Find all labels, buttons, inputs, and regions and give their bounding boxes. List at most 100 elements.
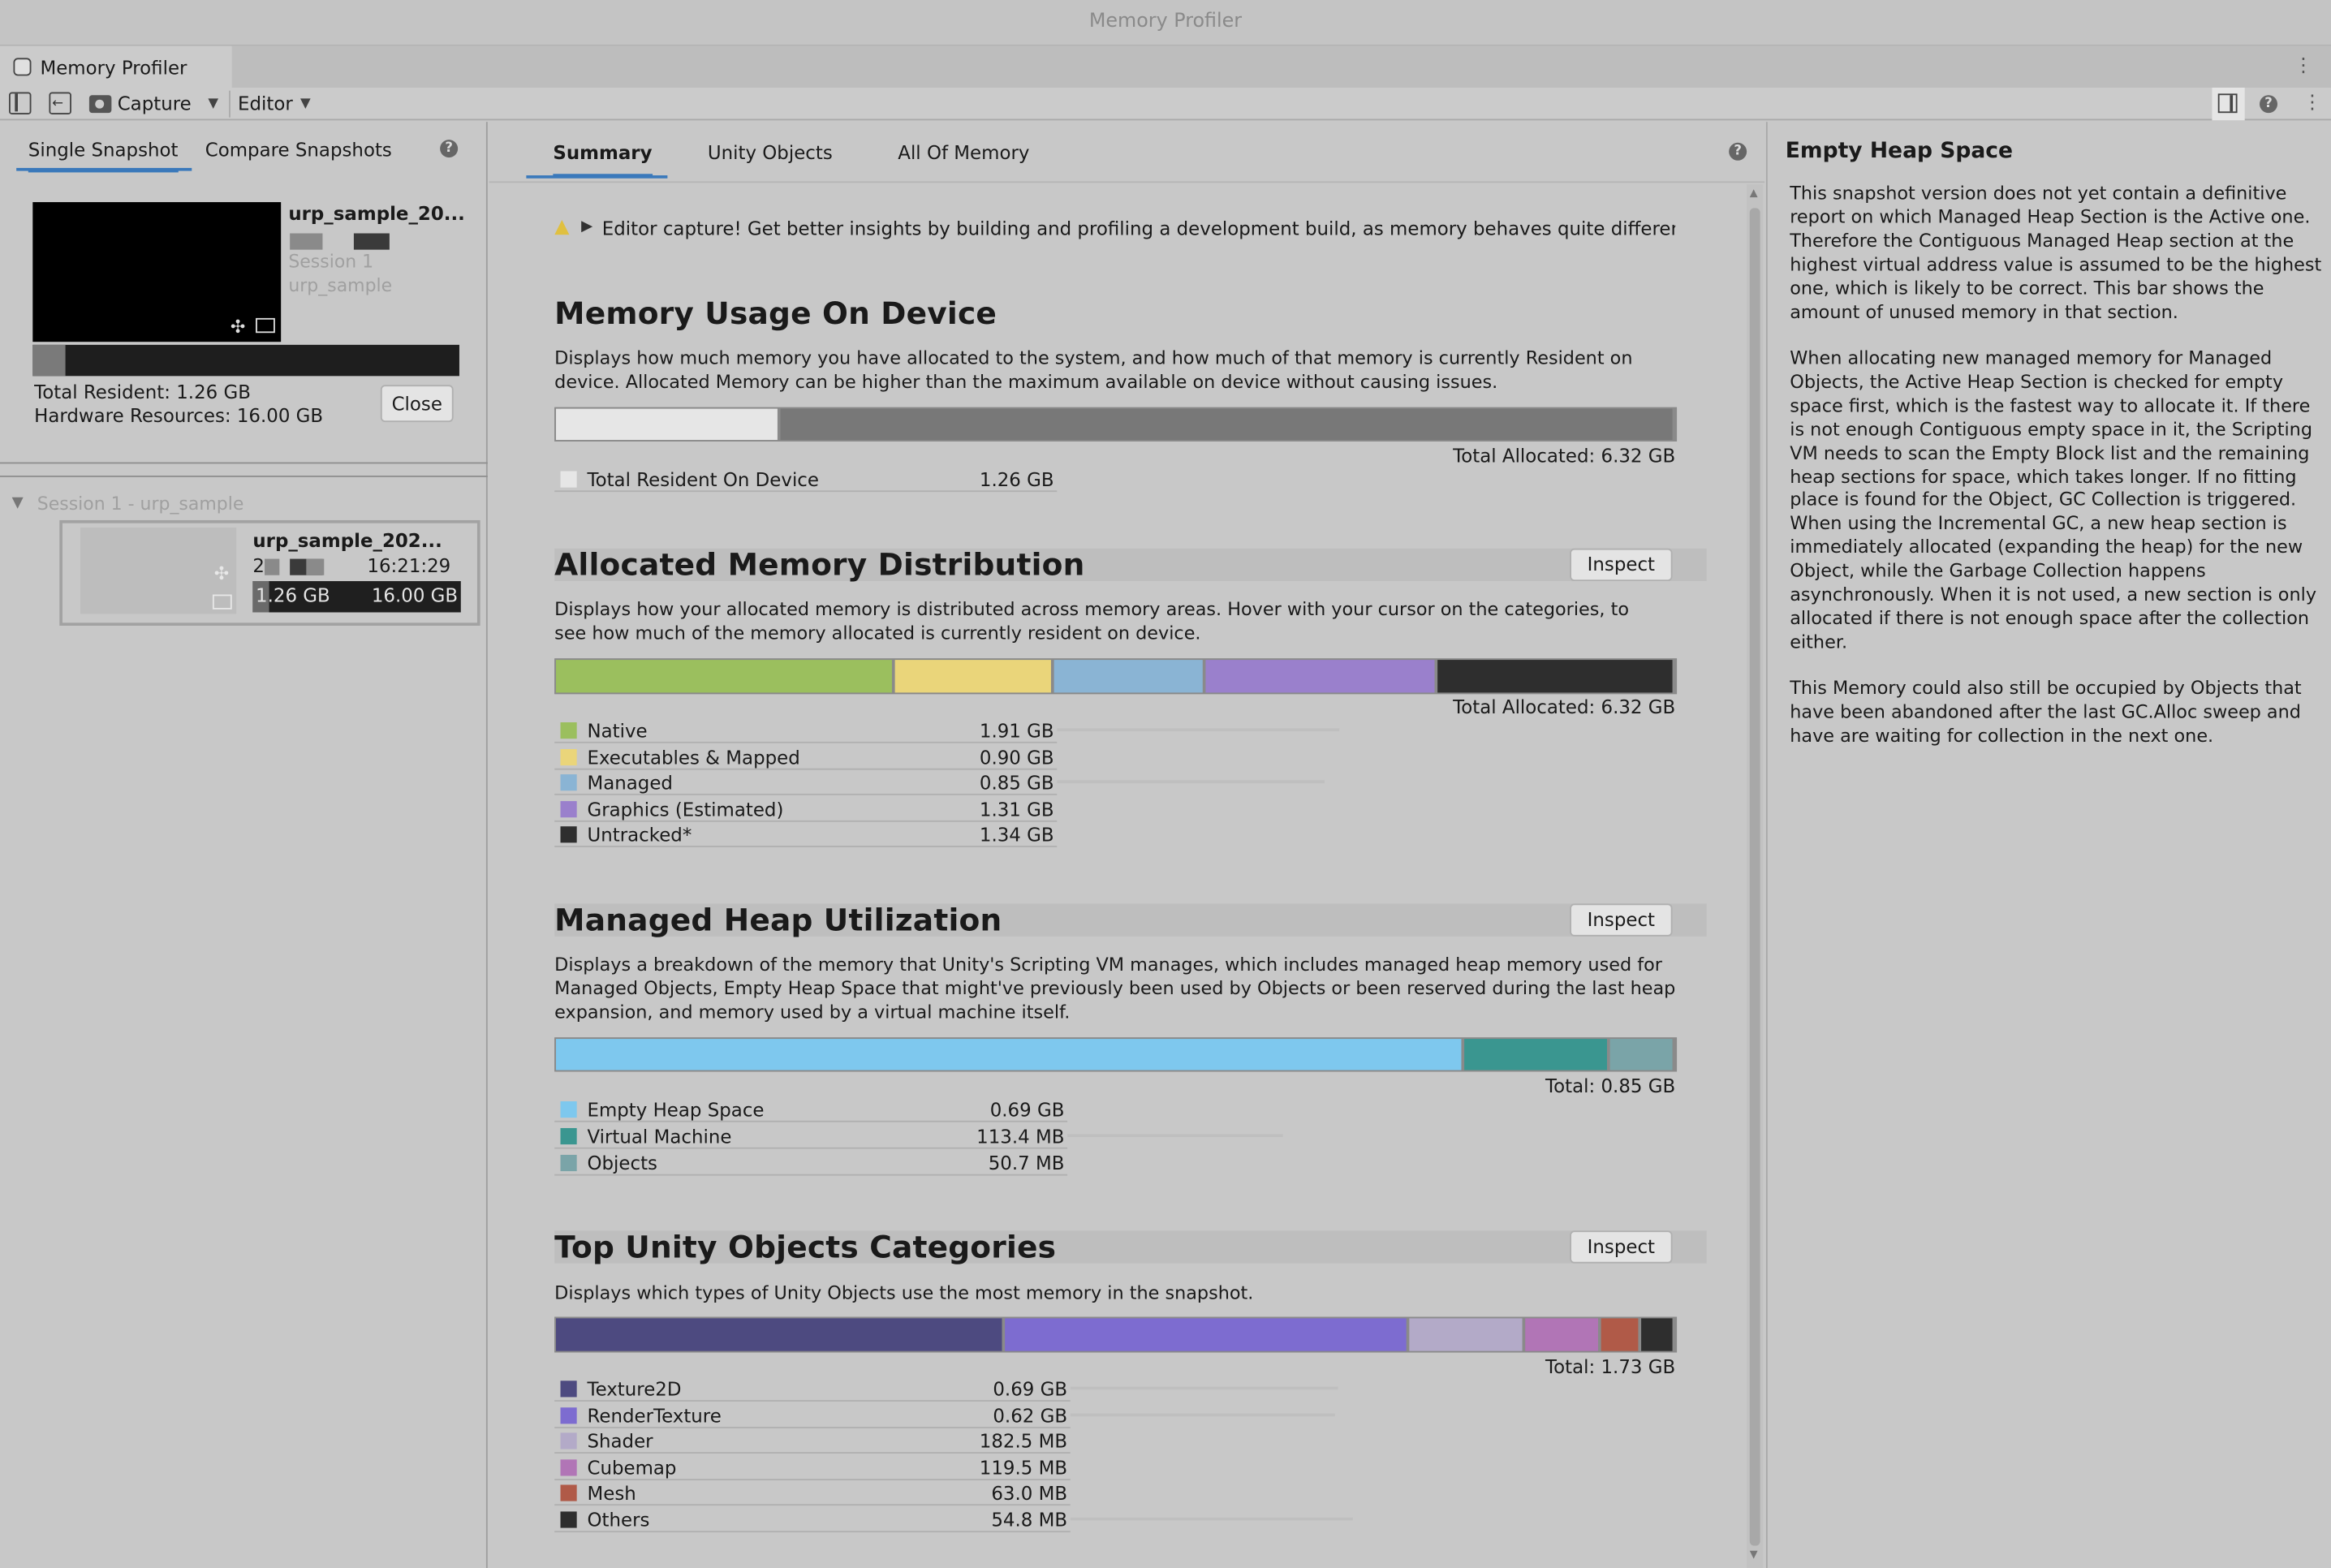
bar-segment-objects[interactable] xyxy=(1609,1039,1673,1070)
legend-label: Total Resident On Device xyxy=(587,467,819,491)
bar-segment-0[interactable] xyxy=(556,408,778,441)
legend-swatch xyxy=(560,826,577,844)
kebab-icon[interactable]: ⋮ xyxy=(2303,84,2322,125)
snapshot-item-used: 1.26 GB xyxy=(256,584,330,607)
chevron-down-icon[interactable]: ▼ xyxy=(208,97,218,111)
legend-swatch xyxy=(560,1101,577,1118)
bar-segment-rendertexture[interactable] xyxy=(1005,1318,1406,1351)
bar-segment-managed[interactable] xyxy=(1054,660,1203,693)
legend-label: Managed xyxy=(587,771,673,795)
bar-segment-shader[interactable] xyxy=(1408,1318,1522,1351)
legend-label: Mesh xyxy=(587,1482,636,1505)
help-icon[interactable]: ? xyxy=(440,140,459,158)
inspect-button[interactable]: Inspect xyxy=(1570,1230,1673,1264)
section-desc-top-unity-objects: Displays which types of Unity Objects us… xyxy=(554,1282,1254,1304)
allocated-distribution-bar[interactable] xyxy=(554,658,1678,695)
legend-label: Texture2D xyxy=(587,1377,682,1401)
bar-segment-untracked[interactable] xyxy=(1437,660,1673,693)
tab-unity-objects[interactable]: Unity Objects xyxy=(708,141,833,165)
import-icon[interactable]: ← xyxy=(49,92,71,115)
legend-value: 0.85 GB xyxy=(979,771,1054,795)
legend-label: Untracked* xyxy=(587,824,692,846)
legend-row[interactable]: Cubemap 119.5 MB xyxy=(554,1454,1071,1480)
legend-swatch xyxy=(560,471,577,488)
top-unity-objects-bar[interactable] xyxy=(554,1316,1678,1353)
divider xyxy=(489,181,1765,183)
resident-bar xyxy=(32,344,459,377)
snapshots-panel: Single Snapshot Compare Snapshots ? ✣ ur… xyxy=(0,122,488,1568)
legend-label: RenderTexture xyxy=(587,1403,722,1427)
bar-segment-empty-heap-space[interactable] xyxy=(556,1039,1462,1070)
legend-row[interactable]: Texture2D 0.69 GB xyxy=(554,1376,1071,1402)
editor-label: Editor xyxy=(238,92,293,115)
bar-segment-virtual-machine[interactable] xyxy=(1464,1039,1608,1070)
legend-row[interactable]: Others 54.8 MB xyxy=(554,1507,1071,1533)
snapshot-item-thumbnail: ✣ xyxy=(80,528,237,614)
details-title: Empty Heap Space xyxy=(1785,140,2014,164)
legend-value: 1.34 GB xyxy=(979,824,1054,846)
legend-row[interactable]: Shader 182.5 MB xyxy=(554,1428,1071,1454)
legend-row[interactable]: RenderTexture 0.62 GB xyxy=(554,1402,1071,1428)
legend-row[interactable]: Virtual Machine 113.4 MB xyxy=(554,1123,1068,1149)
legend-label: Executables & Mapped xyxy=(587,745,800,769)
bar-segment-others[interactable] xyxy=(1640,1318,1673,1351)
help-icon[interactable]: ? xyxy=(1729,142,1747,161)
section-desc-managed-heap: Displays a breakdown of the memory that … xyxy=(554,954,1676,1023)
legend-label: Objects xyxy=(587,1152,657,1174)
active-tab-underline xyxy=(526,175,668,179)
scroll-down-icon[interactable]: ▼ xyxy=(1750,1549,1758,1561)
legend-row[interactable]: Total Resident On Device 1.26 GB xyxy=(554,467,1058,493)
summary-scrollbar[interactable]: ▲ ▼ xyxy=(1747,184,1764,1568)
section-title-managed-heap: Managed Heap Utilization xyxy=(554,902,1002,938)
bar-segment-texture2d[interactable] xyxy=(556,1318,1002,1351)
bar-segment-native[interactable] xyxy=(556,660,892,693)
tab-compare-snapshots[interactable]: Compare Snapshots xyxy=(205,138,392,162)
editor-dropdown[interactable]: Editor ▼ xyxy=(229,90,315,118)
legend-extension xyxy=(1070,1386,1338,1390)
scroll-up-icon[interactable]: ▲ xyxy=(1750,187,1758,200)
close-button[interactable]: Close xyxy=(380,385,454,423)
sidebar-toggle-icon[interactable] xyxy=(8,92,32,115)
session-header[interactable]: ▼ Session 1 - urp_sample xyxy=(0,488,488,520)
legend-swatch xyxy=(560,774,577,791)
legend-value: 0.90 GB xyxy=(979,745,1054,769)
bar-segment-graphics-estimated[interactable] xyxy=(1204,660,1435,693)
scrollbar-thumb[interactable] xyxy=(1749,208,1760,1546)
legend-row[interactable]: Native 1.91 GB xyxy=(554,718,1058,743)
tab-summary[interactable]: Summary xyxy=(553,141,653,177)
bar-segment-mesh[interactable] xyxy=(1600,1318,1638,1351)
legend-label: Shader xyxy=(587,1430,653,1453)
session-label: Session 1 - urp_sample xyxy=(37,493,244,515)
legend-value: 119.5 MB xyxy=(979,1456,1068,1479)
bar-segment-executables-mapped[interactable] xyxy=(894,660,1052,693)
legend-label: Virtual Machine xyxy=(587,1125,732,1148)
legend-row[interactable]: Graphics (Estimated) 1.31 GB xyxy=(554,796,1058,822)
tab-all-of-memory[interactable]: All Of Memory xyxy=(898,141,1029,165)
chevron-down-icon[interactable]: ▼ xyxy=(12,488,24,520)
legend-row[interactable]: Managed 0.85 GB xyxy=(554,770,1058,796)
memory-usage-bar[interactable] xyxy=(554,407,1678,442)
divider xyxy=(0,462,488,464)
legend-value: 1.26 GB xyxy=(979,467,1054,491)
snapshot-item-time: 16:21:29 xyxy=(367,554,451,577)
legend-extension xyxy=(1070,1412,1335,1416)
capture-button[interactable]: Capture ▼ xyxy=(79,91,224,118)
legend-row[interactable]: Executables & Mapped 0.90 GB xyxy=(554,744,1058,769)
bar-segment-cubemap[interactable] xyxy=(1524,1318,1598,1351)
legend-row[interactable]: Empty Heap Space 0.69 GB xyxy=(554,1096,1068,1122)
inspect-button[interactable]: Inspect xyxy=(1570,903,1673,937)
kebab-icon[interactable]: ⋮ xyxy=(2294,46,2313,88)
window-tab[interactable]: Memory Profiler xyxy=(0,45,232,88)
legend-row[interactable]: Untracked* 1.34 GB xyxy=(554,822,1058,848)
chevron-right-icon[interactable]: ▶ xyxy=(581,218,592,235)
legend-row[interactable]: Mesh 63.0 MB xyxy=(554,1481,1071,1506)
inspect-button[interactable]: Inspect xyxy=(1570,548,1673,582)
total-resident: Total Resident: 1.26 GB xyxy=(34,380,251,403)
managed-heap-bar[interactable] xyxy=(554,1037,1678,1072)
legend-value: 0.62 GB xyxy=(993,1403,1068,1427)
managed-heap-total: Total: 0.85 GB xyxy=(1545,1075,1676,1097)
bar-segment-1[interactable] xyxy=(779,408,1673,441)
legend-row[interactable]: Objects 50.7 MB xyxy=(554,1150,1068,1176)
help-icon[interactable]: ? xyxy=(2260,95,2278,114)
inspector-toggle-icon[interactable] xyxy=(2212,88,2245,121)
